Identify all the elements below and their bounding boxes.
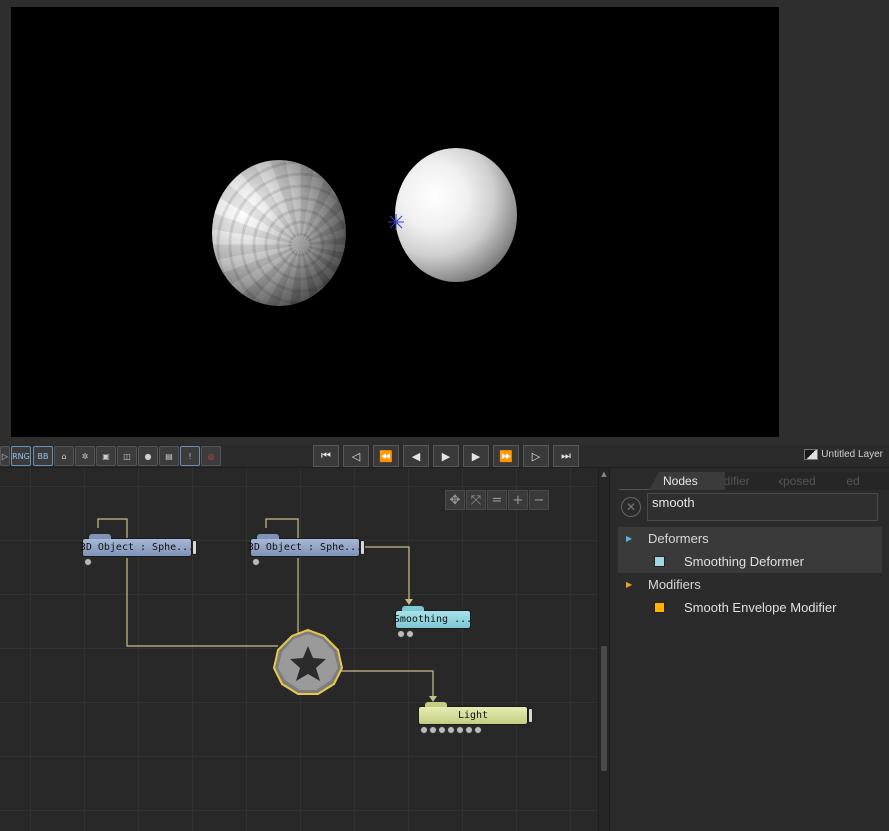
tree-icon[interactable]: ⌂: [54, 446, 74, 466]
port-icon[interactable]: [252, 558, 260, 566]
wire-object1-to-root: [126, 558, 278, 647]
smoothing-node-ports: [397, 630, 414, 638]
expand-arrow-icon[interactable]: ▶: [618, 534, 648, 543]
step-back-icon[interactable]: ◀: [403, 445, 429, 467]
viewport-panel: [0, 0, 889, 445]
sphere-icon[interactable]: ●: [138, 446, 158, 466]
node-input-tab[interactable]: [402, 606, 424, 611]
category-label: Deformers: [648, 531, 709, 546]
play-icon[interactable]: ▶: [433, 445, 459, 467]
category-label: Modifiers: [648, 577, 701, 592]
zoom-in-icon[interactable]: +: [508, 490, 528, 510]
skip-to-end-icon[interactable]: ⏭: [553, 445, 579, 467]
category-modifiers[interactable]: ▶ Modifiers: [618, 573, 882, 596]
node-output-cap[interactable]: [528, 708, 533, 723]
port-icon[interactable]: [420, 726, 428, 734]
light-node-ports: [420, 726, 482, 734]
prev-keyframe-icon[interactable]: ◁: [343, 445, 369, 467]
vr-goggles-icon[interactable]: ◫: [117, 446, 137, 466]
object-node-2-ports: [252, 558, 260, 566]
scroll-thumb[interactable]: [601, 646, 607, 771]
category-deformers[interactable]: ▶ Deformers: [618, 527, 882, 550]
app-window: ▷ RNG BB ⌂ ✲ ▣ ◫ ● ▤! ◎ ⏮ ◁ ⏪ ◀ ▶ ▶ ⏩ ▷ ⏭ Untitled Layer …: [0, 0, 889, 831]
modifier-swatch-icon: [654, 602, 665, 613]
next-keyframe-icon[interactable]: ▷: [523, 445, 549, 467]
panel-tab-bar: Exposed Exposed Modifier Nodes: [619, 470, 889, 490]
node-input-tab[interactable]: [425, 702, 447, 707]
expand-arrow-icon[interactable]: ▶: [618, 580, 648, 589]
object-node-2-label: 3D Object : Sphe...: [247, 542, 363, 553]
alert-icon[interactable]: !: [180, 446, 200, 466]
node-output-cap[interactable]: [360, 540, 365, 555]
wire-arrow-smoothing: [405, 599, 413, 605]
align-icon[interactable]: =: [487, 490, 507, 510]
rewind-icon[interactable]: ⏪: [373, 445, 399, 467]
light-gizmo-icon[interactable]: [387, 213, 405, 231]
rng-icon[interactable]: RNG: [11, 446, 31, 466]
record-icon[interactable]: ◎: [201, 446, 221, 466]
graph-scrollbar[interactable]: ▲: [598, 468, 609, 831]
star-icon[interactable]: ✲: [75, 446, 95, 466]
port-icon[interactable]: [447, 726, 455, 734]
search-results: ▶ Deformers Smoothing Deformer ▶ Modifie…: [618, 527, 882, 619]
search-bar: ✕: [618, 492, 888, 522]
wire-object2-to-smoothing: [362, 546, 410, 600]
port-icon[interactable]: [456, 726, 464, 734]
move-icon[interactable]: ✥: [445, 490, 465, 510]
tab-nodes[interactable]: Nodes: [649, 472, 725, 490]
root-node-star-icon[interactable]: [272, 628, 344, 698]
result-label: Smooth Envelope Modifier: [684, 600, 837, 615]
search-input[interactable]: [647, 493, 878, 521]
zoom-out-icon[interactable]: −: [529, 490, 549, 510]
result-smoothing-deformer[interactable]: Smoothing Deformer: [618, 550, 882, 573]
result-label: Smoothing Deformer: [684, 554, 804, 569]
port-icon[interactable]: [429, 726, 437, 734]
port-icon[interactable]: [438, 726, 446, 734]
wire-root-to-light: [340, 670, 434, 697]
port-icon[interactable]: [84, 558, 92, 566]
window-icon[interactable]: ▤: [159, 446, 179, 466]
fast-forward-icon[interactable]: ⏩: [493, 445, 519, 467]
node-graph[interactable]: ✥ ⤧ = + − 3D Object : Sphe... 3D Object : Sp…: [0, 468, 598, 831]
bb-icon[interactable]: BB: [33, 446, 53, 466]
library-panel: Exposed Exposed Modifier Nodes ✕ ▶ Defor…: [609, 468, 889, 831]
fit-icon[interactable]: ⤧: [466, 490, 486, 510]
node-output-cap[interactable]: [192, 540, 197, 555]
skip-to-start-icon[interactable]: ⏮: [313, 445, 339, 467]
deformer-swatch-icon: [654, 556, 665, 567]
result-smooth-envelope-modifier[interactable]: Smooth Envelope Modifier: [618, 596, 882, 619]
node-input-tab[interactable]: [257, 534, 279, 539]
smoothing-deformer-node[interactable]: Smoothing ...: [393, 606, 473, 629]
faceted-sphere-object[interactable]: [212, 160, 346, 306]
layer-name: Untitled Layer: [821, 449, 883, 460]
port-icon[interactable]: [397, 630, 405, 638]
step-forward-icon[interactable]: ▶: [463, 445, 489, 467]
node-input-tab[interactable]: [89, 534, 111, 539]
object-node-1-ports: [84, 558, 92, 566]
layer-flag-icon: [804, 449, 819, 460]
light-node-label: Light: [457, 710, 489, 721]
cube-icon[interactable]: ▣: [96, 446, 116, 466]
viewport-canvas[interactable]: [11, 7, 779, 437]
object-node-1[interactable]: 3D Object : Sphe...: [79, 534, 197, 557]
scroll-up-icon[interactable]: ▲: [600, 470, 608, 478]
smoothing-node-label: Smoothing ...: [393, 614, 473, 625]
light-node[interactable]: Light: [418, 702, 533, 725]
main-toolbar: ▷ RNG BB ⌂ ✲ ▣ ◫ ● ▤! ◎ ⏮ ◁ ⏪ ◀ ▶ ▶ ⏩ ▷ ⏭ Untitled Layer: [0, 445, 889, 468]
port-icon[interactable]: [406, 630, 414, 638]
port-icon[interactable]: [474, 726, 482, 734]
graph-toolbar: ✥ ⤧ = + −: [445, 490, 549, 510]
layer-indicator[interactable]: Untitled Layer: [804, 449, 883, 460]
object-node-2[interactable]: 3D Object : Sphe...: [247, 534, 365, 557]
smooth-sphere-object[interactable]: [395, 148, 517, 282]
port-icon[interactable]: [465, 726, 473, 734]
clear-search-icon[interactable]: ✕: [621, 497, 641, 517]
play-arrow-icon[interactable]: ▷: [0, 446, 10, 466]
object-node-1-label: 3D Object : Sphe...: [79, 542, 195, 553]
